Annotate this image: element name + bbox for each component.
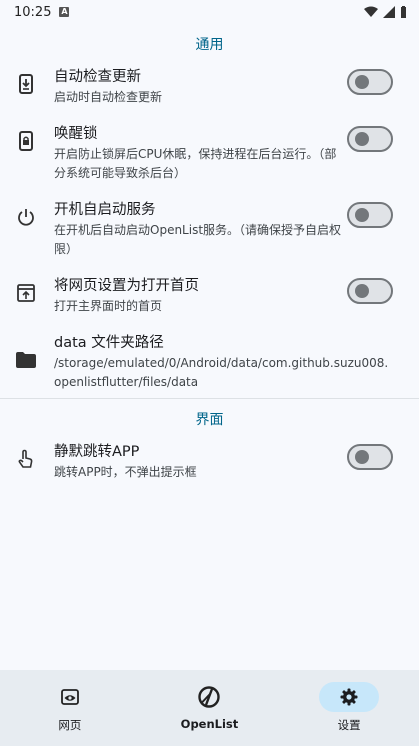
setting-subtitle: 启动时自动检查更新 [54,90,163,104]
web-home-toggle[interactable] [347,278,393,304]
web-eye-icon [60,689,79,705]
data-folder-path: /storage/emulated/0/Android/data/com.git… [54,356,389,389]
setting-subtitle: 开启防止锁屏后CPU休眠，保持进程在后台运行。（部分系统可能导致杀后台） [54,147,337,180]
setting-title: data 文件夹路径 [54,335,164,351]
boot-start-toggle[interactable] [347,202,393,228]
lock-phone-icon [16,131,36,151]
download-phone-icon [16,74,36,94]
setting-subtitle: 打开主界面时的首页 [54,299,163,313]
wake-lock-toggle[interactable] [347,126,393,152]
nav-openlist[interactable]: OpenList [149,670,269,746]
setting-title: 将网页设置为打开首页 [54,278,199,294]
nav-label-settings: 设置 [337,718,361,732]
status-bar: 10:25 A [0,0,419,24]
nav-web[interactable]: 网页 [10,670,130,746]
wifi-icon [364,6,378,17]
folder-icon [16,350,36,370]
setting-boot-start[interactable]: 开机自启动服务 在开机后自动启动OpenList服务。（请确保授予自启权限） [0,199,419,259]
setting-title: 静默跳转APP [54,444,140,460]
nav-settings[interactable]: 设置 [289,670,409,746]
setting-title: 自动检查更新 [54,69,141,85]
silent-jump-toggle[interactable] [347,444,393,470]
setting-title: 开机自启动服务 [54,202,156,218]
setting-web-home[interactable]: 将网页设置为打开首页 打开主界面时的首页 [0,275,419,316]
setting-auto-update[interactable]: 自动检查更新 启动时自动检查更新 [0,66,419,107]
gear-icon [340,688,358,706]
battery-icon [401,6,406,18]
openlist-logo-icon [198,686,221,708]
cell-signal-icon [383,6,395,18]
setting-silent-jump[interactable]: 静默跳转APP 跳转APP时，不弹出提示框 [0,441,419,482]
setting-subtitle: 在开机后自动启动OpenList服务。（请确保授予自启权限） [54,223,342,256]
notification-icon: A [59,7,70,17]
nav-label-openlist: OpenList [180,717,239,731]
section-title-general: 通用 [195,37,224,53]
setting-title: 唤醒锁 [54,126,98,142]
open-upload-icon [16,283,36,303]
tap-icon [16,449,36,469]
setting-subtitle: 跳转APP时，不弹出提示框 [54,465,197,479]
setting-data-folder[interactable]: data 文件夹路径 /storage/emulated/0/Android/d… [0,332,419,392]
status-time: 10:25 [14,4,52,20]
nav-label-web: 网页 [58,718,82,732]
power-icon [16,207,36,227]
setting-wake-lock[interactable]: 唤醒锁 开启防止锁屏后CPU休眠，保持进程在后台运行。（部分系统可能导致杀后台） [0,123,419,183]
section-title-interface: 界面 [195,412,224,428]
bottom-navigation: 网页 OpenList 设置 [0,670,419,746]
auto-update-toggle[interactable] [347,69,393,95]
